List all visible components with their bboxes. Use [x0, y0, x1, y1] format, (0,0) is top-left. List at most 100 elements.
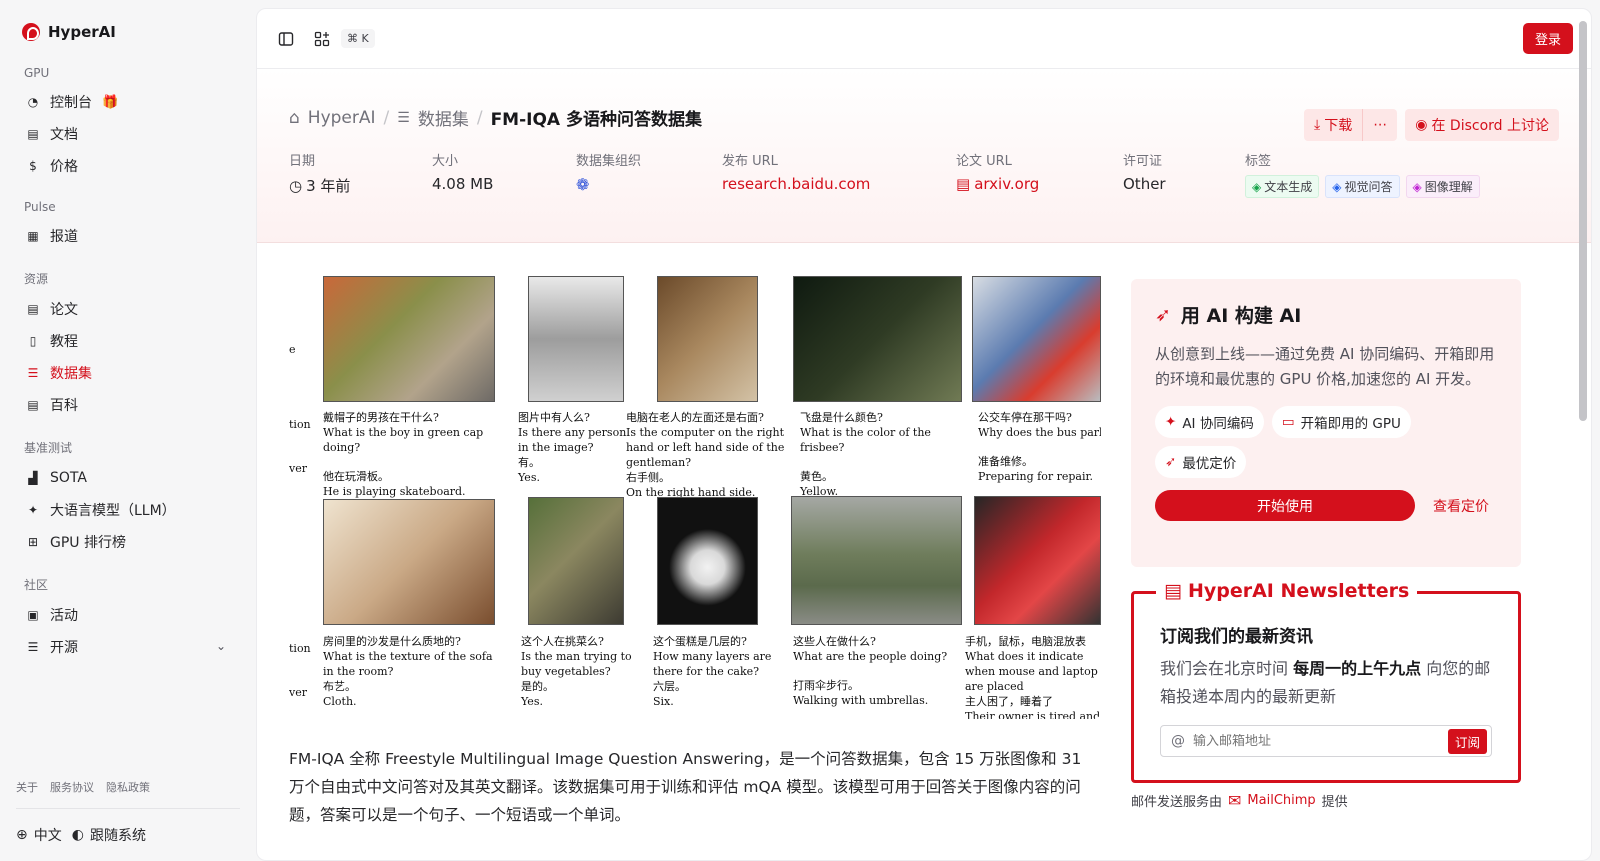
sidebar-item-datasets[interactable]: ☰ 数据集	[16, 357, 240, 389]
more-button[interactable]: ⋯	[1362, 109, 1398, 141]
bar-chart-icon: ▟	[28, 471, 38, 485]
mail-icon: ✉	[1228, 791, 1242, 810]
sidebar-item-wiki[interactable]: ▤ 百科	[16, 389, 240, 421]
tag-label: 图像理解	[1424, 180, 1473, 194]
breadcrumb-home[interactable]: HyperAI	[308, 108, 376, 128]
start-button[interactable]: 开始使用	[1155, 490, 1415, 521]
scrollbar[interactable]	[1579, 21, 1587, 421]
meta-size: 大小 4.08 MB	[432, 150, 576, 198]
sidebar-item-news[interactable]: ▦ 报道	[16, 220, 240, 252]
meta-size-label: 大小	[432, 154, 459, 169]
paper-icon: ▤	[956, 175, 971, 193]
mailchimp-link[interactable]: MailChimp	[1247, 793, 1315, 808]
discord-button[interactable]: ◉ 在 Discord 上讨论	[1405, 109, 1559, 141]
download-icon: ⤓	[1314, 117, 1321, 133]
sidebar-item-docs[interactable]: ▤ 文档	[16, 118, 240, 150]
email-input[interactable]	[1193, 733, 1440, 749]
terms-link[interactable]: 服务协议	[50, 779, 94, 795]
sidebar-toggle-icon[interactable]	[275, 28, 297, 50]
photo-vegetables	[528, 497, 624, 625]
sidebar-item-gpu-ranking[interactable]: ⊞ GPU 排行榜	[16, 526, 240, 558]
newsletter-heading: 订阅我们的最新资讯	[1160, 627, 1313, 647]
paper-url-link[interactable]: arxiv.org	[974, 175, 1039, 193]
credit-prefix: 邮件发送服务由	[1131, 795, 1223, 810]
newsletter-box: ▤ HyperAI Newsletters 订阅我们的最新资讯 我们会在北京时间…	[1131, 580, 1521, 783]
theme-label: 跟随系统	[89, 828, 146, 844]
credit-suffix: 提供	[1321, 795, 1348, 810]
discord-icon: ◉	[1415, 117, 1428, 133]
qa-item: 戴帽子的男孩在干什么? What is the boy in green cap …	[323, 411, 484, 498]
database-icon: ☰	[27, 366, 39, 380]
sidebar-item-sota[interactable]: ▟ SOTA	[16, 462, 240, 494]
photo-skateboard	[323, 276, 495, 402]
sidebar-bottom-settings: ⊕ 中文 ◐ 跟随系统	[16, 825, 146, 845]
document-icon: ▤	[27, 127, 39, 141]
privacy-link[interactable]: 隐私政策	[106, 779, 150, 795]
meta-org: 数据集组织 ❁	[576, 150, 722, 198]
tag-icon: ◈	[1332, 179, 1342, 194]
qa-item: 飞盘是什么颜色? What is the color of the frisbee…	[800, 411, 931, 498]
meta-date-value: 3 年前	[306, 177, 351, 195]
sidebar-item-llm[interactable]: ✦ 大语言模型（LLM）	[16, 494, 240, 526]
qa-item: 这个人在挑菜么? Is the man trying to buy vegetab…	[521, 635, 632, 708]
sidebar-item-opensource[interactable]: ☰ 开源 ⌄	[16, 631, 240, 663]
view-pricing-link[interactable]: 查看定价	[1433, 496, 1489, 516]
ai-card-title-text: 用 AI 构建 AI	[1180, 305, 1302, 327]
release-url-link[interactable]: research.baidu.com	[722, 175, 870, 193]
photo-umbrellas	[791, 496, 962, 625]
baidu-paw-icon[interactable]: ❁	[576, 175, 589, 194]
nav-group-pulse: Pulse	[24, 200, 56, 214]
qa-item: 这些人在做什么? What are the people doing? 打雨伞步行…	[793, 635, 948, 707]
nav-group-gpu: GPU	[24, 66, 50, 80]
meta-paper: 论文 URL ▤ arxiv.org	[956, 150, 1123, 198]
sidebar: HyperAI GPU ◔ 控制台 🎁 ▤ 文档 $ 价格 Pulse ▦ 报道…	[0, 0, 256, 861]
sidebar-item-pricing[interactable]: $ 价格	[16, 150, 240, 182]
cpu-chip-icon: ⊞	[27, 535, 39, 549]
photo-cake	[657, 497, 758, 625]
topbar: ⌘ K 登录	[257, 9, 1591, 69]
sidebar-item-papers[interactable]: ▤ 论文	[16, 293, 240, 325]
qa-item: 房间里的沙发是什么质地的? What is the texture of the …	[323, 635, 493, 708]
meta-url-label: 发布 URL	[722, 154, 778, 169]
tag-text-generation[interactable]: ◈ 文本生成	[1245, 175, 1320, 198]
chip-label: 开箱即用的 GPU	[1300, 416, 1401, 432]
sidebar-item-events[interactable]: ▣ 活动	[16, 599, 240, 631]
breadcrumb-datasets[interactable]: 数据集	[418, 105, 469, 130]
chip-best-price: ➶ 最优定价	[1155, 446, 1247, 478]
content-right: ➶ 用 AI 构建 AI 从创意到上线——通过免费 AI 协同编码、开箱即用的环…	[1131, 279, 1521, 810]
tag-image-understanding[interactable]: ◈ 图像理解	[1405, 175, 1480, 198]
apps-grid-icon[interactable]	[311, 28, 333, 50]
breadcrumb-separator: /	[476, 107, 483, 128]
about-link[interactable]: 关于	[16, 779, 38, 795]
mailchimp-credit: 邮件发送服务由 ✉ MailChimp 提供	[1131, 791, 1521, 810]
sidebar-item-label: 教程	[50, 334, 78, 350]
subscribe-button[interactable]: 订阅	[1447, 728, 1487, 754]
encyclopedia-icon: ▤	[27, 398, 39, 412]
meta-license: 许可证 Other	[1123, 150, 1245, 198]
sidebar-item-label: 数据集	[50, 366, 92, 382]
brand[interactable]: HyperAI	[16, 20, 240, 44]
ai-promo-card: ➶ 用 AI 构建 AI 从创意到上线——通过免费 AI 协同编码、开箱即用的环…	[1131, 279, 1521, 567]
chip-ready-gpu: ▭ 开箱即用的 GPU	[1271, 406, 1411, 438]
tag-icon: ◈	[1412, 179, 1422, 194]
sidebar-item-tutorials[interactable]: ▯ 教程	[16, 325, 240, 357]
tag-vqa[interactable]: ◈ 视觉问答	[1325, 175, 1400, 198]
sidebar-item-label: 控制台	[50, 95, 92, 111]
discord-label: 在 Discord 上讨论	[1431, 118, 1549, 134]
nav-group-community: 社区	[24, 578, 49, 592]
dataset-example-figure: e tion ver tion ver 戴帽子的男孩在干什么? What is t…	[289, 264, 1101, 719]
ai-card-text: 从创意到上线——通过免费 AI 协同编码、开箱即用的环境和最优惠的 GPU 价格…	[1155, 345, 1495, 388]
photo-old-man	[657, 276, 758, 402]
chevron-down-icon: ⌄	[215, 639, 226, 653]
download-button[interactable]: ⤓ 下载	[1304, 109, 1363, 141]
photo-person	[528, 276, 624, 402]
meta-paper-label: 论文 URL	[956, 154, 1012, 169]
language-switcher[interactable]: ⊕ 中文	[16, 825, 62, 845]
row-label: tion	[289, 418, 311, 431]
login-button[interactable]: 登录	[1522, 23, 1573, 54]
content-left: e tion ver tion ver 戴帽子的男孩在干什么? What is t…	[289, 264, 1101, 829]
sidebar-item-console[interactable]: ◔ 控制台 🎁	[16, 86, 240, 118]
theme-switcher[interactable]: ◐ 跟随系统	[72, 825, 146, 845]
hyperai-logo-icon	[22, 23, 40, 41]
command-shortcut[interactable]: ⌘ K	[341, 29, 375, 48]
